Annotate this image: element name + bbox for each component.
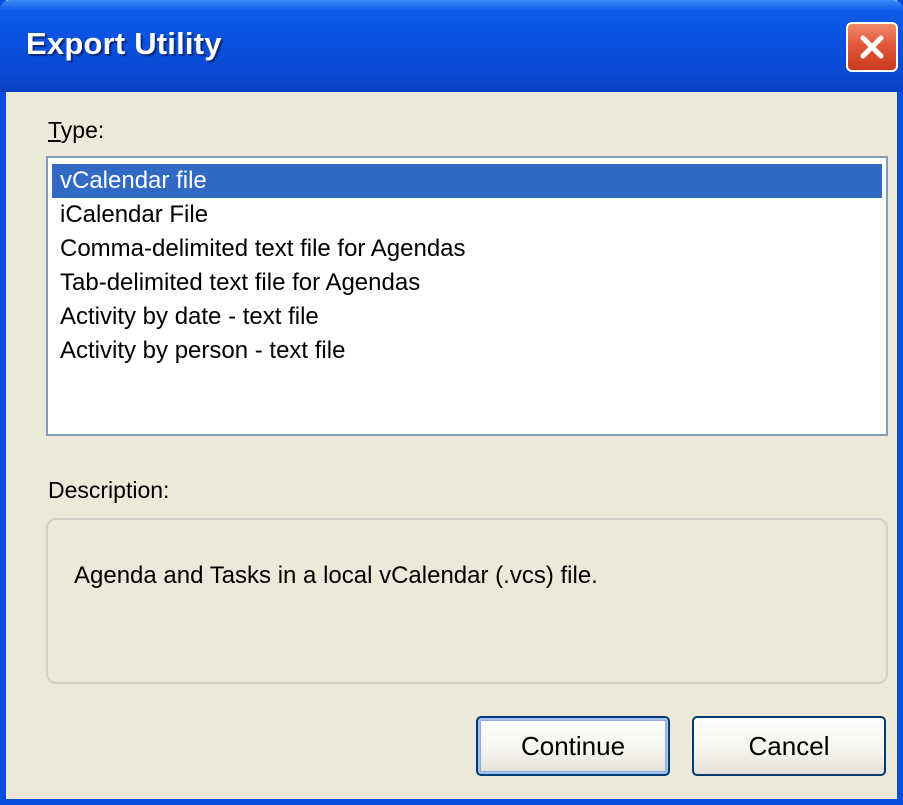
description-label: Description: bbox=[48, 477, 170, 503]
continue-button[interactable]: Continue bbox=[476, 716, 670, 776]
window-title: Export Utility bbox=[26, 26, 222, 61]
title-bar[interactable]: Export Utility bbox=[0, 0, 903, 92]
close-icon bbox=[860, 35, 884, 59]
cancel-button[interactable]: Cancel bbox=[692, 716, 886, 776]
close-button[interactable] bbox=[846, 22, 898, 72]
list-item-icalendar[interactable]: iCalendar File bbox=[52, 198, 882, 232]
list-item-activity-by-date[interactable]: Activity by date - text file bbox=[52, 300, 882, 334]
type-label: Type: bbox=[48, 117, 104, 144]
description-text: Agenda and Tasks in a local vCalendar (.… bbox=[74, 562, 598, 589]
type-label-rest: ype: bbox=[60, 117, 105, 143]
list-item-vcalendar[interactable]: vCalendar file bbox=[52, 164, 882, 198]
list-item-comma-delimited[interactable]: Comma-delimited text file for Agendas bbox=[52, 232, 882, 266]
type-label-accelerator: T bbox=[48, 117, 61, 143]
list-item-tab-delimited[interactable]: Tab-delimited text file for Agendas bbox=[52, 266, 882, 300]
export-utility-dialog: Export Utility Type: vCalendar file iCal… bbox=[0, 0, 903, 805]
list-item-activity-by-person[interactable]: Activity by person - text file bbox=[52, 334, 882, 368]
type-listbox[interactable]: vCalendar file iCalendar File Comma-deli… bbox=[46, 156, 888, 436]
description-box: Agenda and Tasks in a local vCalendar (.… bbox=[46, 518, 888, 684]
